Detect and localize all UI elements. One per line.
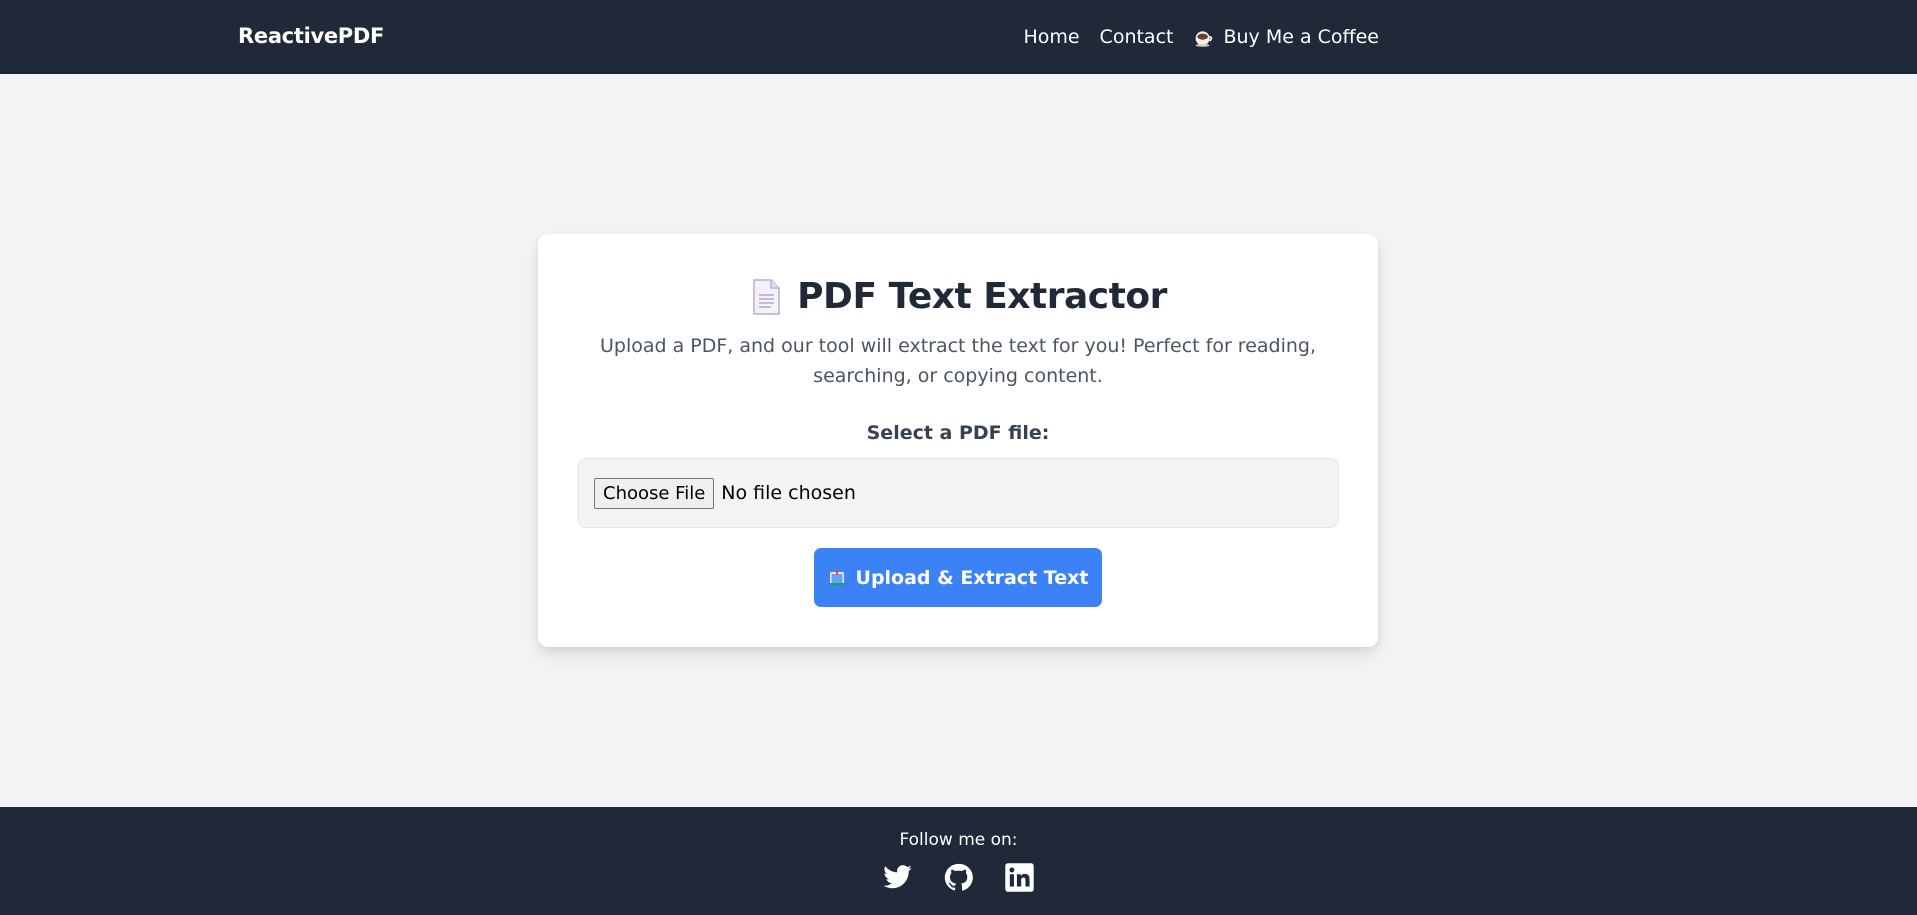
file-status-text: No file chosen <box>721 482 856 504</box>
book-icon <box>828 569 846 587</box>
nav-buy-coffee-link[interactable]: Buy Me a Coffee <box>1193 26 1379 48</box>
github-icon[interactable] <box>943 862 974 893</box>
linkedin-icon[interactable] <box>1004 862 1035 893</box>
nav-home-link[interactable]: Home <box>1023 26 1079 48</box>
file-input[interactable]: Choose File No file chosen <box>578 458 1339 528</box>
extractor-card: PDF Text Extractor Upload a PDF, and our… <box>538 234 1378 647</box>
main-nav: Home Contact Buy Me a Coffee <box>1023 26 1379 48</box>
nav-contact-link[interactable]: Contact <box>1100 26 1174 48</box>
nav-buy-coffee-label: Buy Me a Coffee <box>1223 26 1379 48</box>
coffee-icon <box>1193 27 1214 48</box>
card-title-row: PDF Text Extractor <box>538 276 1378 317</box>
follow-text: Follow me on: <box>899 830 1018 850</box>
choose-file-button[interactable]: Choose File <box>594 477 715 509</box>
upload-extract-button[interactable]: Upload & Extract Text <box>814 548 1102 607</box>
page-title: PDF Text Extractor <box>797 276 1167 317</box>
page-description: Upload a PDF, and our tool will extract … <box>599 335 1317 387</box>
brand-logo[interactable]: ReactivePDF <box>238 24 384 48</box>
nav-home-label: Home <box>1023 26 1080 48</box>
upload-extract-label: Upload & Extract Text <box>855 566 1089 589</box>
document-icon <box>749 278 783 316</box>
nav-contact-label: Contact <box>1099 26 1174 48</box>
file-field-label: Select a PDF file: <box>866 422 1050 444</box>
page-footer: Follow me on: <box>0 807 1917 915</box>
social-links <box>0 862 1917 893</box>
twitter-icon[interactable] <box>882 862 913 893</box>
top-navbar: ReactivePDF Home Contact Buy Me a Coffee <box>0 0 1917 74</box>
